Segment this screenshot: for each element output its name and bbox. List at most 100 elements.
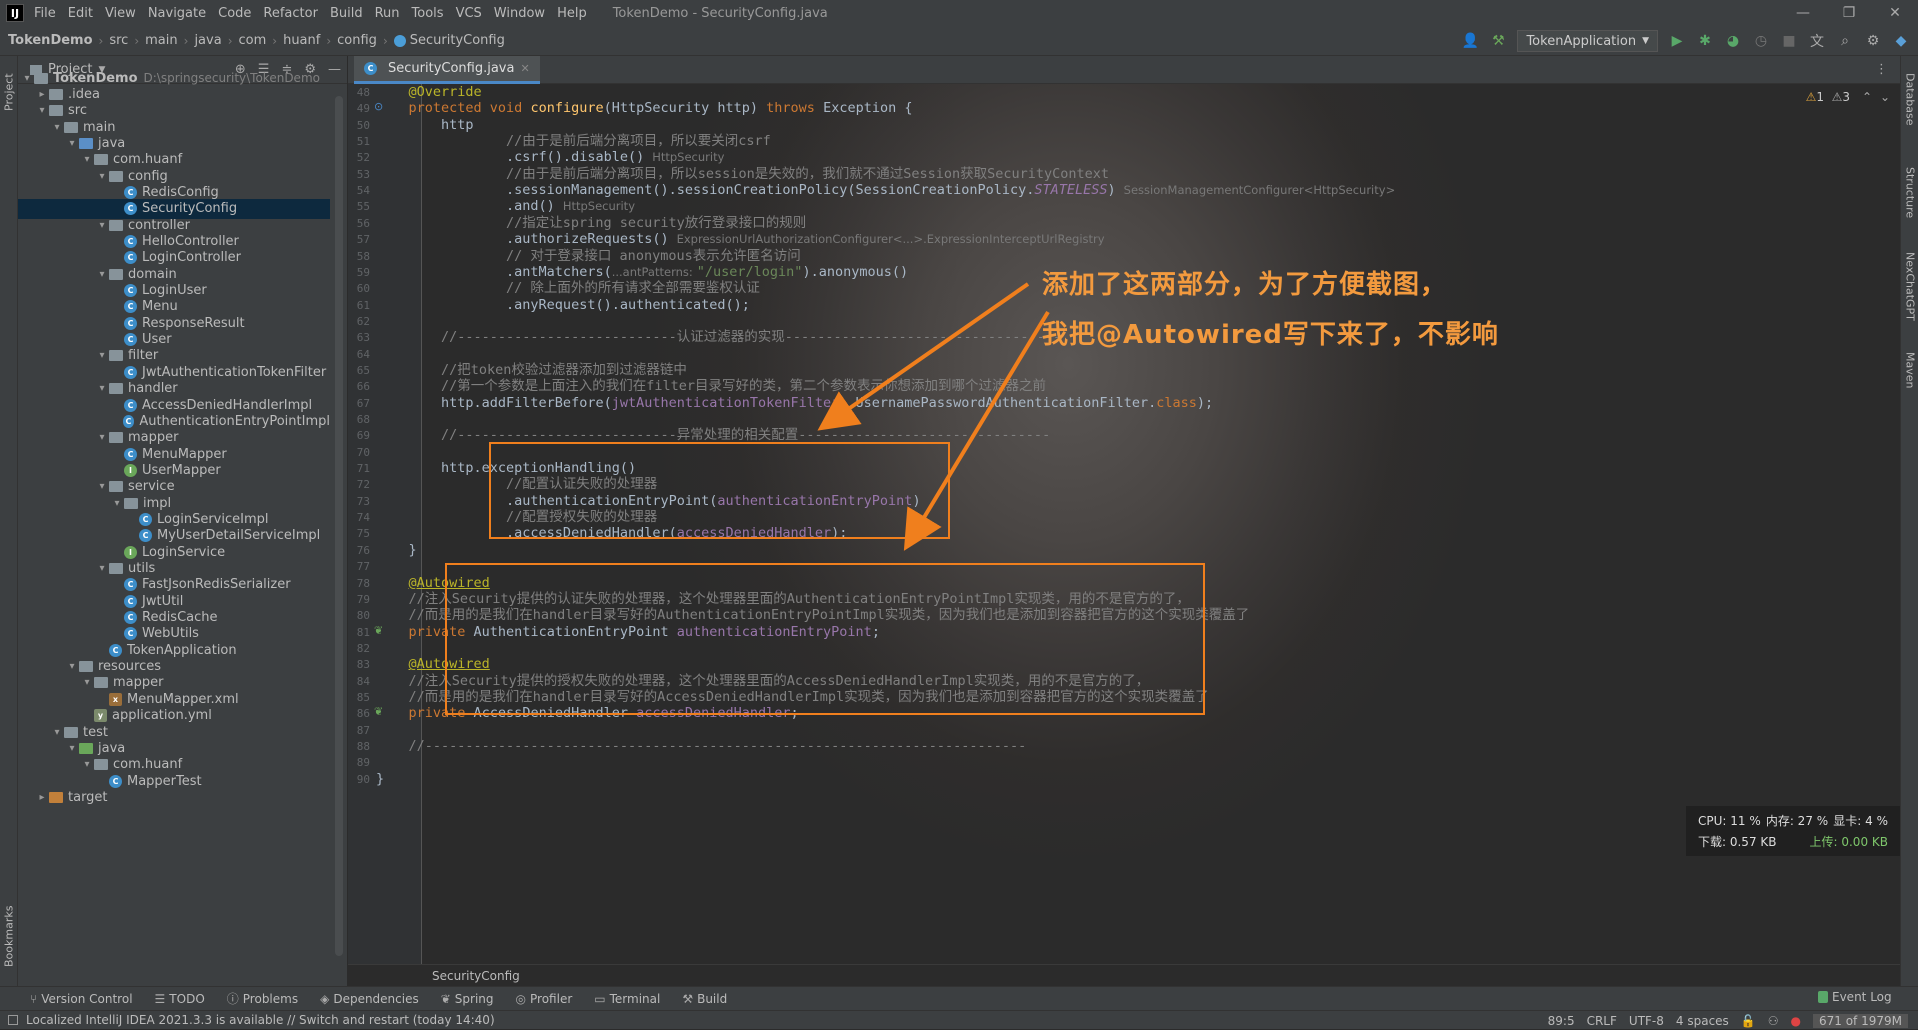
chevron-right-icon[interactable]: ▸ [35,89,49,100]
tool-window-build[interactable]: ⚒ Build [682,992,727,1006]
chevron-down-icon[interactable]: ▾ [80,154,94,165]
chevron-down-icon[interactable]: ▾ [50,727,64,738]
chevron-right-icon[interactable]: ▸ [35,792,49,803]
chevron-down-icon[interactable]: ▾ [110,498,124,509]
project-side-tab[interactable]: Project [0,62,18,122]
chevron-down-icon[interactable]: ▾ [95,220,109,231]
breadcrumb-item[interactable]: huanf [283,33,320,48]
class-icon: C [139,512,152,526]
annotation-arrow-2 [903,310,1050,551]
run-icon[interactable]: ▶ [1668,32,1686,50]
chrome-icon[interactable]: ● [1791,1014,1801,1028]
stop-icon[interactable]: ■ [1780,32,1798,50]
event-log-button[interactable]: Event Log [1818,990,1892,1004]
tree-item[interactable]: ▸ target [18,787,330,807]
chevron-down-icon[interactable]: ▾ [65,743,79,754]
bookmarks-side-tab[interactable]: Bookmarks [0,896,18,976]
lock-icon[interactable]: 🔓 [1741,1014,1756,1028]
line-separator[interactable]: CRLF [1587,1014,1617,1028]
chevron-down-icon[interactable]: ▾ [35,105,49,116]
chevron-down-icon[interactable]: ▾ [50,122,64,133]
debug-icon[interactable]: ✱ [1696,32,1714,50]
plugin-icon[interactable]: ◆ [1892,32,1910,50]
breadcrumb-item[interactable]: main [145,33,177,48]
nexchatgpt-side-tab[interactable]: NexChatGPT [1901,246,1918,326]
file-encoding[interactable]: UTF-8 [1629,1014,1664,1028]
chevron-down-icon[interactable]: ▾ [65,661,79,672]
menu-tools[interactable]: Tools [412,6,444,21]
git-icon[interactable]: ⚇ [1768,1014,1779,1028]
close-icon[interactable]: ✕ [1872,0,1918,26]
editor-tab-bar: C SecurityConfig.java ✕ ⋮ [348,56,1900,84]
search-icon[interactable]: ⌕ [1836,32,1854,50]
tool-window-problems[interactable]: ⓘ Problems [227,990,298,1007]
breadcrumb-item[interactable]: src [109,33,128,48]
gear-icon[interactable]: ⚙ [1864,32,1882,50]
menu-code[interactable]: Code [218,6,251,21]
tool-window-terminal[interactable]: ▭ Terminal [594,992,660,1006]
class-icon: C [124,185,137,199]
breadcrumb-item[interactable]: SecurityConfig [410,33,505,48]
structure-side-tab[interactable]: Structure [1901,156,1918,230]
menu-vcs[interactable]: VCS [456,6,482,21]
chevron-down-icon[interactable]: ▾ [95,383,109,394]
translate-icon[interactable]: 文 [1808,32,1826,50]
breadcrumb-item[interactable]: TokenDemo [8,33,93,48]
chevron-down-icon[interactable]: ▾ [20,73,34,84]
tree-item-label: MyUserDetailServiceImpl [157,528,321,544]
chevron-down-icon[interactable]: ▾ [95,350,109,361]
menu-window[interactable]: Window [494,6,545,21]
database-side-tab[interactable]: Database [1901,62,1918,136]
tool-window-version-control[interactable]: ⑂ Version Control [30,992,133,1006]
maven-side-tab[interactable]: Maven [1901,342,1918,398]
tool-window-profiler[interactable]: ◎ Profiler [516,992,573,1006]
menu-file[interactable]: File [34,6,56,21]
chevron-down-icon[interactable]: ▾ [95,269,109,280]
close-tab-icon[interactable]: ✕ [520,62,529,75]
code-editor[interactable]: 48 49 50 51 52 53 54 55 56 57 58 59 60 61 62 63 64 65 66 67… [348,84,1900,964]
breadcrumb-item[interactable]: java [194,33,221,48]
profile-icon[interactable]: ◷ [1752,32,1770,50]
editor-breadcrumb-item[interactable]: SecurityConfig [432,969,520,983]
minimize-icon[interactable]: — [1780,0,1826,26]
menu-navigate[interactable]: Navigate [148,6,206,21]
menu-refactor[interactable]: Refactor [263,6,318,21]
more-tabs-icon[interactable]: ⋮ [1875,62,1888,77]
tab-security-config[interactable]: C SecurityConfig.java ✕ [354,56,540,84]
memory-indicator[interactable]: 671 of 1979M [1813,1013,1908,1028]
chevron-down-icon[interactable]: ▾ [95,432,109,443]
caret-position[interactable]: 89:5 [1548,1014,1575,1028]
restore-icon[interactable]: ❐ [1826,0,1872,26]
user-icon[interactable]: 👤 [1461,32,1479,50]
status-message[interactable]: Localized IntelliJ IDEA 2021.3.3 is avai… [26,1013,495,1027]
build-hammer-icon[interactable]: ⚒ [1489,32,1507,50]
menu-build[interactable]: Build [330,6,363,21]
chevron-down-icon[interactable]: ▾ [95,563,109,574]
breadcrumb-separator-icon: › [272,33,278,48]
indent-setting[interactable]: 4 spaces [1676,1014,1729,1028]
tool-window-dependencies[interactable]: ◈ Dependencies [320,992,419,1006]
project-scrollbar[interactable] [335,96,343,956]
tool-window-spring[interactable]: ❦ Spring [441,992,494,1006]
tree-item-label: AuthenticationEntryPointImpl [139,413,330,429]
coverage-icon[interactable]: ◕ [1724,32,1742,50]
breadcrumb-separator-icon: › [183,33,189,48]
chevron-down-icon[interactable]: ▾ [95,481,109,492]
chevron-down-icon[interactable]: ▾ [80,677,94,688]
chevron-down-icon[interactable]: ▾ [95,171,109,182]
breadcrumb-separator-icon: › [382,33,388,48]
folder-icon [49,88,63,100]
tool-window-todo[interactable]: ☰ TODO [155,992,205,1006]
run-config-selector[interactable]: TokenApplication ▼ [1517,30,1658,52]
class-icon: C [124,594,137,608]
chevron-down-icon[interactable]: ▾ [65,138,79,149]
class-icon: C [109,643,122,657]
menu-help[interactable]: Help [557,6,587,21]
event-log-label: Event Log [1832,990,1892,1004]
breadcrumb-item[interactable]: config [337,33,377,48]
chevron-down-icon[interactable]: ▾ [80,759,94,770]
menu-view[interactable]: View [105,6,136,21]
menu-run[interactable]: Run [375,6,400,21]
breadcrumb-item[interactable]: com [239,33,267,48]
menu-edit[interactable]: Edit [68,6,93,21]
